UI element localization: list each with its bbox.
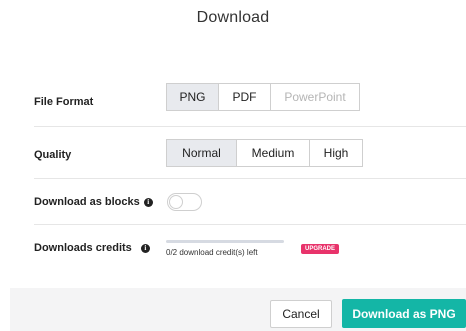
toggle-knob — [169, 195, 183, 209]
file-format-option-pdf[interactable]: PDF — [218, 83, 271, 111]
download-as-blocks-label: Download as blocks i — [34, 196, 153, 208]
dialog-title: Download — [196, 9, 270, 26]
divider — [34, 178, 466, 179]
info-icon[interactable]: i — [143, 197, 153, 207]
cancel-button[interactable]: Cancel — [270, 300, 332, 328]
info-icon[interactable]: i — [140, 243, 150, 253]
credits-progress-bar — [166, 240, 284, 243]
download-as-blocks-toggle[interactable] — [167, 193, 202, 211]
quality-segmented-control: Normal Medium High — [166, 139, 363, 167]
quality-option-high[interactable]: High — [309, 139, 363, 167]
file-format-label: File Format — [34, 96, 94, 108]
divider — [34, 224, 466, 225]
upgrade-button[interactable]: UPGRADE — [301, 244, 340, 254]
quality-option-normal[interactable]: Normal — [166, 139, 237, 167]
quality-label: Quality — [34, 149, 72, 161]
downloads-credits-label: Downloads credits i — [34, 242, 150, 254]
credits-remaining-text: 0/2 download credit(s) left — [166, 248, 258, 257]
download-button[interactable]: Download as PNG — [342, 299, 466, 328]
quality-option-medium[interactable]: Medium — [236, 139, 310, 167]
file-format-segmented-control: PNG PDF PowerPoint — [166, 83, 360, 111]
divider — [34, 126, 466, 127]
file-format-option-png[interactable]: PNG — [166, 83, 219, 111]
file-format-option-powerpoint[interactable]: PowerPoint — [270, 83, 360, 111]
